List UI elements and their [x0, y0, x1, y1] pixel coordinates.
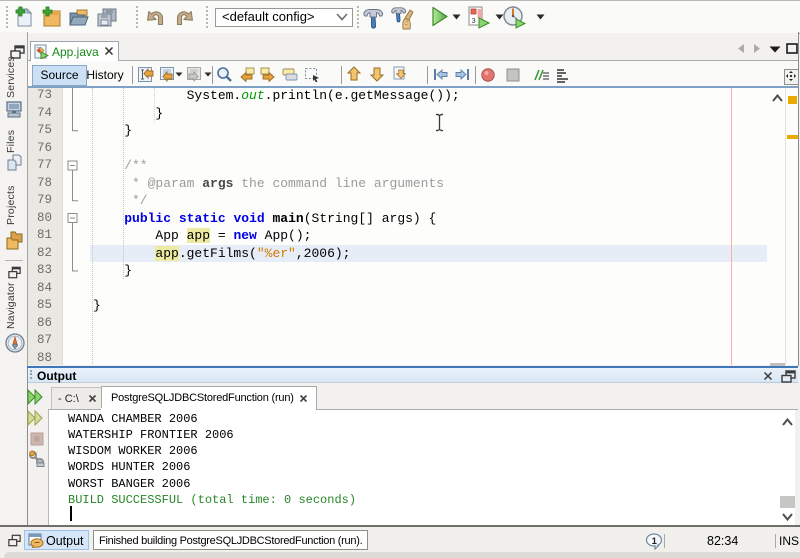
svg-text:3: 3	[472, 16, 476, 25]
svg-text:1: 1	[652, 536, 658, 547]
